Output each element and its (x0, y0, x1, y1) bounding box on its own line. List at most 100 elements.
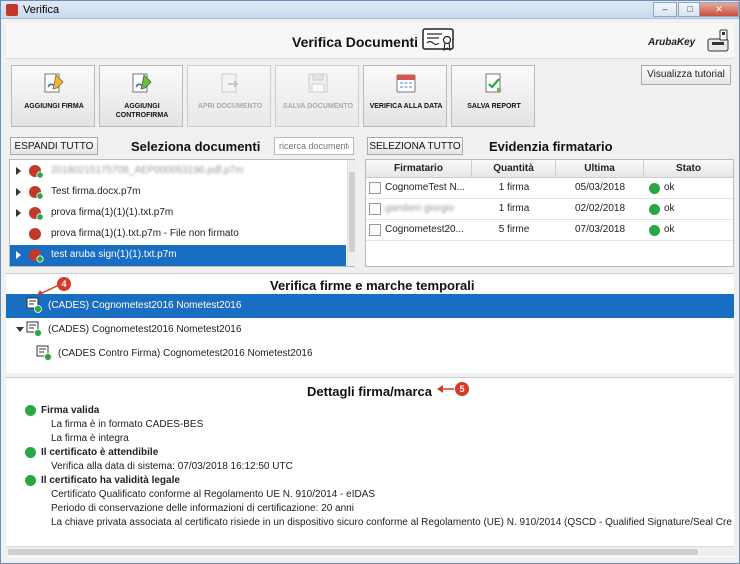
open-document-label: APRI DOCUMENTO (197, 103, 263, 110)
signed-seal-icon (29, 186, 44, 200)
document-list-scrollbar[interactable] (347, 160, 355, 266)
unsigned-seal-icon (29, 228, 41, 240)
documents-title: Seleziona documenti (131, 139, 261, 154)
add-countersignature-label: AGGIUNGI CONTROFIRMA (115, 103, 169, 119)
document-item[interactable]: 20180215175708_AEP000053196.pdf.p7m (10, 161, 346, 182)
signer-table: Firmatario Quantità Ultima Stato Cognome… (365, 159, 734, 267)
select-all-button[interactable]: SELEZIONA TUTTO (367, 137, 463, 155)
verification-item[interactable]: (CADES) Cognometest2016 Nometest2016 (6, 318, 734, 342)
valid-check-icon (25, 405, 36, 416)
column-header-stato[interactable]: Stato (644, 160, 733, 178)
column-header-firmatario[interactable]: Firmatario (366, 160, 472, 178)
details-line-clip: La chiave privata associata al certifica… (51, 517, 732, 531)
document-item[interactable]: prova firma(1)(1)(1).txt.p7m (10, 203, 346, 224)
save-document-button[interactable]: SALVA DOCUMENTO (275, 65, 359, 127)
callout-badge-5: 5 (455, 382, 469, 396)
save-document-label: SALVA DOCUMENTO (282, 103, 354, 110)
last-signature-date: 07/03/2018 (574, 224, 626, 235)
save-document-icon (308, 73, 328, 93)
expand-arrow-icon[interactable] (16, 167, 21, 175)
verify-at-date-label: VERIFICA ALLA DATA (369, 103, 443, 110)
verification-item[interactable]: (CADES Contro Firma) Cognometest2016 Nom… (6, 342, 734, 366)
details-line: La firma è integra (51, 433, 129, 444)
title-bar[interactable]: Verifica – □ ✕ (1, 1, 739, 19)
scrollbar-thumb[interactable] (349, 172, 355, 252)
verify-at-date-button[interactable]: VERIFICA ALLA DATA (363, 65, 447, 127)
signature-count: 5 firme (498, 224, 530, 235)
add-countersignature-icon (132, 73, 152, 93)
column-header-ultima[interactable]: Ultima (556, 160, 644, 178)
document-name: 20180215175708_AEP000053196.pdf.p7m (51, 165, 244, 176)
save-report-icon (485, 73, 502, 93)
document-name: prova firma(1)(1).txt.p7m - File non fir… (51, 228, 239, 239)
expand-arrow-icon[interactable] (16, 188, 21, 196)
expand-all-button[interactable]: ESPANDI TUTTO (10, 137, 98, 155)
collapse-arrow-icon[interactable] (16, 327, 24, 332)
view-tutorial-button[interactable]: Visualizza tutorial (641, 65, 731, 85)
countersignature-cert-icon (36, 345, 52, 361)
expand-arrow-icon[interactable] (16, 251, 21, 259)
open-document-icon (221, 73, 239, 93)
close-button[interactable]: ✕ (699, 2, 739, 17)
callout-arrow-icon (437, 385, 454, 393)
ok-check-icon (649, 183, 660, 194)
minimize-button[interactable]: – (653, 2, 677, 17)
details-title: Dettagli firma/marca (307, 384, 432, 399)
table-row[interactable]: Cognometest20... 5 firme 07/03/2018 ok (366, 220, 733, 241)
signature-cert-icon (26, 297, 42, 313)
ok-check-icon (649, 225, 660, 236)
document-name: test aruba sign(1)(1).txt.p7m (51, 249, 177, 260)
details-horizontal-scrollbar[interactable] (6, 546, 734, 556)
signed-seal-icon (29, 249, 44, 263)
signers-title: Evidenzia firmatario (489, 139, 613, 154)
signed-seal-icon (29, 207, 44, 221)
expand-arrow-icon[interactable] (16, 209, 21, 217)
column-header-quantita[interactable]: Quantità (472, 160, 556, 178)
signature-cert-icon (26, 321, 42, 337)
details-line: La firma è in formato CADES-BES (51, 419, 204, 430)
document-item[interactable]: prova firma(1)(1).txt.p7m - File non fir… (10, 224, 346, 245)
document-list: 20180215175708_AEP000053196.pdf.p7m Test… (9, 159, 355, 267)
row-checkbox[interactable] (369, 182, 381, 194)
signature-count: 1 firma (498, 182, 530, 193)
verification-title: Verifica firme e marche temporali (270, 278, 475, 293)
open-document-button[interactable]: APRI DOCUMENTO (187, 65, 271, 127)
usb-key-icon (707, 29, 729, 52)
row-checkbox[interactable] (369, 203, 381, 215)
details-line: Certificato Qualificato conforme al Rego… (51, 489, 376, 500)
app-header: Verifica Documenti ArubaKey (6, 23, 734, 59)
details-line: Periodo di conservazione delle informazi… (51, 503, 354, 514)
valid-check-icon (25, 475, 36, 486)
verification-panel: Verifica firme e marche temporali (CADES… (6, 273, 734, 373)
add-countersignature-button[interactable]: AGGIUNGI CONTROFIRMA (99, 65, 183, 127)
document-search-input[interactable] (274, 137, 354, 155)
ok-check-icon (649, 204, 660, 215)
last-signature-date: 02/02/2018 (574, 203, 626, 214)
verification-item-selected[interactable]: (CADES) Cognometest2016 Nometest2016 (6, 294, 734, 318)
row-checkbox[interactable] (369, 224, 381, 236)
verification-item-text: (CADES Contro Firma) Cognometest2016 Nom… (58, 348, 313, 359)
verification-item-text: (CADES) Cognometest2016 Nometest2016 (48, 324, 242, 335)
app-icon (6, 4, 18, 16)
add-signature-button[interactable]: AGGIUNGI FIRMA (11, 65, 95, 127)
details-heading: Firma valida (41, 405, 100, 416)
status-text: ok (664, 203, 675, 214)
document-item[interactable]: Test firma.docx.p7m (10, 182, 346, 203)
scrollbar-thumb[interactable] (8, 549, 698, 555)
valid-check-icon (25, 447, 36, 458)
details-line: Verifica alla data di sistema: 07/03/201… (51, 461, 293, 472)
document-item-selected[interactable]: test aruba sign(1)(1).txt.p7m (10, 245, 346, 266)
document-name: Test firma.docx.p7m (51, 186, 141, 197)
status-text: ok (664, 182, 675, 193)
signer-name: gamberi giorgio (385, 203, 454, 214)
save-report-button[interactable]: SALVA REPORT (451, 65, 535, 127)
verification-item-text: (CADES) Cognometest2016 Nometest2016 (48, 300, 242, 311)
table-row[interactable]: gamberi giorgio 1 firma 02/02/2018 ok (366, 199, 733, 220)
details-heading: Il certificato è attendibile (41, 447, 159, 458)
status-text: ok (664, 224, 675, 235)
window-title: Verifica (23, 4, 60, 16)
details-panel: Dettagli firma/marca Firma valida La fir… (6, 377, 734, 557)
page-title: Verifica Documenti (292, 34, 419, 50)
verifica-window: Verifica – □ ✕ Verifica Documenti ArubaK… (0, 0, 740, 564)
table-row[interactable]: CognomeTest N... 1 firma 05/03/2018 ok (366, 178, 733, 199)
